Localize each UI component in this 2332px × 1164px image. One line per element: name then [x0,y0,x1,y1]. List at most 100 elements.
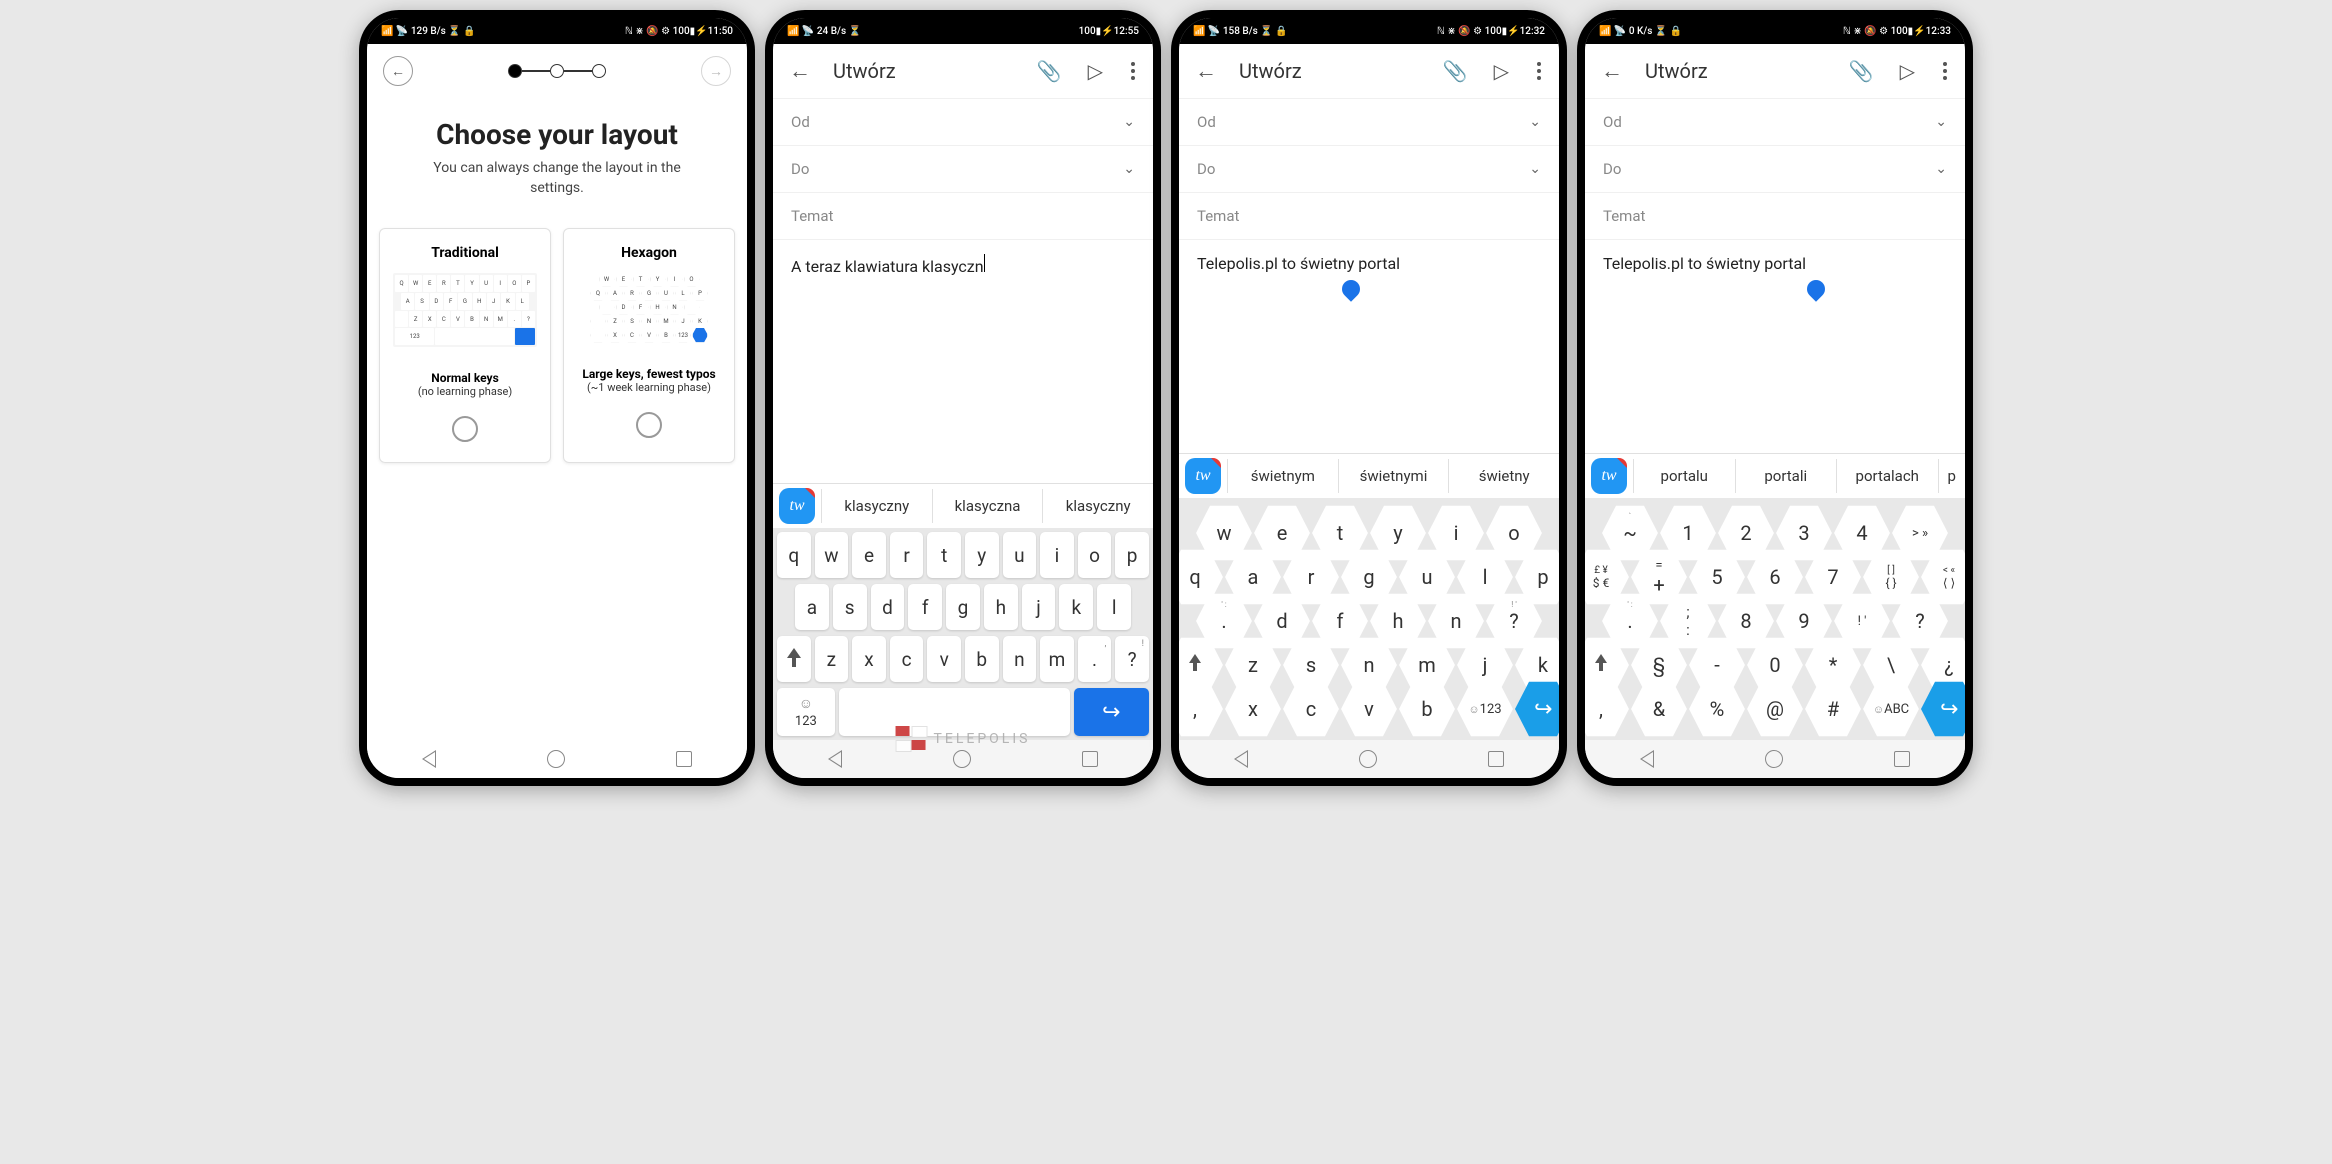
key-q[interactable]: q [777,532,811,578]
key-abc[interactable]: ☺ABC [1863,680,1919,738]
suggestion[interactable]: świetnym [1227,459,1338,493]
nav-back-icon[interactable] [1234,750,1248,768]
nav-home-icon[interactable] [1359,750,1377,768]
key-t[interactable]: t [927,532,961,578]
nav-recent-icon[interactable] [676,751,692,767]
key-123[interactable]: ☺123 [777,688,835,736]
nav-back-icon[interactable] [828,750,842,768]
key-percent[interactable]: % [1689,680,1745,738]
key-a[interactable]: a [795,584,829,630]
key-h[interactable]: h [984,584,1018,630]
key-l[interactable]: l [1097,584,1131,630]
send-icon[interactable]: ▷ [1084,55,1107,87]
cursor-handle-icon[interactable] [1803,276,1828,301]
key-k[interactable]: k [1059,584,1093,630]
nav-recent-icon[interactable] [1488,751,1504,767]
key-b[interactable]: b [965,636,999,682]
more-icon[interactable] [1937,56,1953,86]
suggestion[interactable]: portalach [1836,459,1938,493]
typewise-icon[interactable]: tw [779,488,815,524]
cursor-handle-icon[interactable] [1338,276,1363,301]
key-d[interactable]: d [871,584,905,630]
to-field[interactable]: Do ⌄ [1179,146,1559,193]
key-x[interactable]: x [1225,680,1281,738]
subject-field[interactable]: Temat [1585,193,1965,240]
from-field[interactable]: Od ⌄ [1585,99,1965,146]
suggestion[interactable]: świetnymi [1338,459,1449,493]
suggestion[interactable]: portali [1735,459,1837,493]
email-body-input[interactable]: Telepolis.pl to świetny portal [1179,240,1559,453]
typewise-icon[interactable]: tw [1591,458,1627,494]
email-body-input[interactable]: A teraz klawiatura klasyczn [773,240,1153,483]
back-arrow-icon[interactable]: ← [1597,54,1627,88]
key-amp[interactable]: & [1631,680,1687,738]
nav-home-icon[interactable] [1765,750,1783,768]
radio-hexagon[interactable] [636,412,662,438]
attach-icon[interactable]: 📎 [1845,55,1878,87]
layout-card-traditional[interactable]: Traditional QWERTYUIOP ASDFGHJKL ZXCVBNM… [379,228,551,463]
nav-recent-icon[interactable] [1894,751,1910,767]
attach-icon[interactable]: 📎 [1033,55,1066,87]
key-question[interactable]: !? [1115,636,1149,682]
attach-icon[interactable]: 📎 [1439,55,1472,87]
more-icon[interactable] [1531,56,1547,86]
key-period[interactable]: ,. [1078,636,1112,682]
key-shift[interactable] [777,636,811,682]
suggestion[interactable]: portalu [1633,459,1735,493]
subject-field[interactable]: Temat [773,193,1153,240]
key-r[interactable]: r [890,532,924,578]
key-enter[interactable] [1921,680,1965,738]
suggestion[interactable]: p [1938,459,1966,493]
suggestion[interactable]: świetny [1448,459,1559,493]
send-icon[interactable]: ▷ [1490,55,1513,87]
key-comma[interactable]: , [1585,680,1629,738]
key-comma[interactable]: , [1179,680,1223,738]
key-m[interactable]: m [1040,636,1074,682]
send-icon[interactable]: ▷ [1896,55,1919,87]
email-body-input[interactable]: Telepolis.pl to świetny portal [1585,240,1965,453]
from-field[interactable]: Od ⌄ [773,99,1153,146]
to-field[interactable]: Do ⌄ [773,146,1153,193]
subject-field[interactable]: Temat [1179,193,1559,240]
nav-home-icon[interactable] [953,750,971,768]
key-b[interactable]: b [1399,680,1455,738]
nav-recent-icon[interactable] [1082,751,1098,767]
back-arrow-icon[interactable]: ← [785,54,815,88]
key-u[interactable]: u [1003,532,1037,578]
from-field[interactable]: Od ⌄ [1179,99,1559,146]
nav-home-icon[interactable] [547,750,565,768]
key-v[interactable]: v [927,636,961,682]
nav-back-icon[interactable] [422,750,436,768]
back-arrow-icon[interactable]: ← [1191,54,1221,88]
back-button[interactable]: ← [383,56,413,86]
key-v[interactable]: v [1341,680,1397,738]
key-c[interactable]: c [1283,680,1339,738]
suggestion[interactable]: klasyczny [821,489,932,523]
key-hash[interactable]: # [1805,680,1861,738]
more-icon[interactable] [1125,56,1141,86]
forward-button[interactable]: → [701,56,731,86]
key-123[interactable]: ☺123 [1457,680,1513,738]
typewise-icon[interactable]: tw [1185,458,1221,494]
to-field[interactable]: Do ⌄ [1585,146,1965,193]
key-n[interactable]: n [1003,636,1037,682]
key-y[interactable]: y [965,532,999,578]
key-w[interactable]: w [815,532,849,578]
key-o[interactable]: o [1078,532,1112,578]
key-e[interactable]: e [852,532,886,578]
key-g[interactable]: g [946,584,980,630]
key-s[interactable]: s [833,584,867,630]
suggestion[interactable]: klasyczny [1042,489,1153,523]
key-i[interactable]: i [1040,532,1074,578]
key-f[interactable]: f [908,584,942,630]
layout-card-hexagon[interactable]: Hexagon WETYIO QARGULP DFHN ZSNMJK XCVB1… [563,228,735,463]
radio-traditional[interactable] [452,416,478,442]
suggestion[interactable]: klasyczna [932,489,1043,523]
key-enter[interactable] [1515,680,1559,738]
nav-back-icon[interactable] [1640,750,1654,768]
key-j[interactable]: j [1022,584,1056,630]
key-p[interactable]: p [1115,532,1149,578]
key-c[interactable]: c [890,636,924,682]
key-enter[interactable] [1074,688,1149,736]
key-z[interactable]: z [815,636,849,682]
